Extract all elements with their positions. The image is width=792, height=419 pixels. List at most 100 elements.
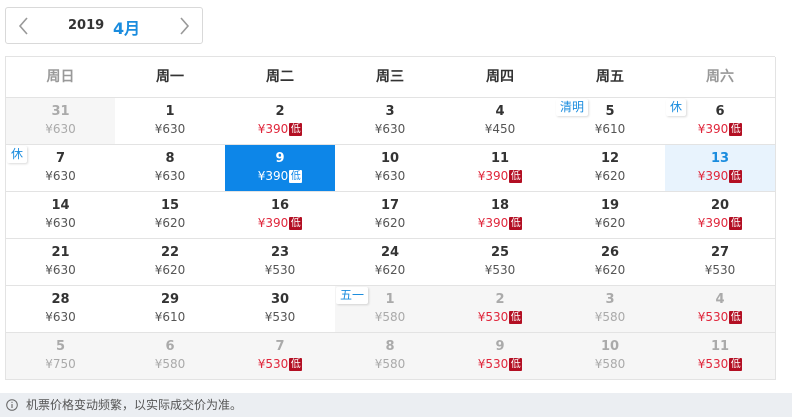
day-number: 1 xyxy=(165,104,175,119)
calendar-day[interactable]: 6 ¥580 xyxy=(115,333,226,380)
calendar-day[interactable]: 20 ¥390 低 xyxy=(665,192,776,239)
low-price-badge: 低 xyxy=(289,122,303,136)
price-row: ¥390 低 xyxy=(445,216,555,230)
calendar-day[interactable]: 2 ¥390 低 xyxy=(225,98,336,145)
calendar-day[interactable]: 10 ¥580 xyxy=(555,333,666,380)
low-price-badge: 低 xyxy=(729,122,743,136)
day-number: 2 xyxy=(275,104,285,119)
price-row: ¥630 xyxy=(6,310,115,324)
calendar-day[interactable]: 18 ¥390 低 xyxy=(445,192,556,239)
calendar-day[interactable]: 24 ¥620 xyxy=(335,239,446,286)
calendar-day[interactable]: 3 ¥580 xyxy=(555,286,666,333)
price-row: ¥750 xyxy=(6,357,115,371)
calendar-day[interactable]: 19 ¥620 xyxy=(555,192,666,239)
weekday-header: 周日 xyxy=(6,57,116,98)
calendar-day[interactable]: 11 ¥390 低 xyxy=(445,145,556,192)
day-number: 7 xyxy=(55,151,66,166)
day-price: ¥620 xyxy=(594,263,626,277)
day-price: ¥630 xyxy=(374,122,406,136)
day-number: 30 xyxy=(270,292,290,307)
price-row: ¥580 xyxy=(335,310,445,324)
day-price: ¥530 xyxy=(697,310,729,324)
price-row: ¥580 xyxy=(555,310,665,324)
day-price: ¥580 xyxy=(594,310,626,324)
calendar-day[interactable]: 休 6 ¥390 低 xyxy=(665,98,776,145)
calendar-day[interactable]: 4 ¥530 低 xyxy=(665,286,776,333)
day-number: 9 xyxy=(275,151,285,166)
price-row: ¥530 xyxy=(665,263,775,277)
price-row: ¥630 xyxy=(115,169,225,183)
calendar-day[interactable]: 30 ¥530 xyxy=(225,286,336,333)
price-row: ¥630 xyxy=(6,216,115,230)
price-row: ¥630 xyxy=(335,169,445,183)
price-row: ¥390 低 xyxy=(445,169,555,183)
calendar-day[interactable]: 2 ¥530 低 xyxy=(445,286,556,333)
calendar-day[interactable]: 25 ¥530 xyxy=(445,239,556,286)
calendar-day[interactable]: 5 ¥750 xyxy=(6,333,116,380)
price-row: ¥390 低 xyxy=(225,122,335,136)
calendar-day[interactable]: 11 ¥530 低 xyxy=(665,333,776,380)
calendar-day[interactable]: 15 ¥620 xyxy=(115,192,226,239)
calendar-day[interactable]: 31 ¥630 xyxy=(6,98,116,145)
calendar-day[interactable]: 8 ¥580 xyxy=(335,333,446,380)
day-number: 8 xyxy=(165,151,175,166)
price-row: ¥630 xyxy=(6,169,115,183)
weekday-header: 周六 xyxy=(665,57,776,98)
calendar-day[interactable]: 7 ¥530 低 xyxy=(225,333,336,380)
month-navigator: 2019 4月 xyxy=(5,7,203,44)
calendar-day[interactable]: 9 ¥530 低 xyxy=(445,333,556,380)
calendar-day[interactable]: 10 ¥630 xyxy=(335,145,446,192)
calendar-day[interactable]: 12 ¥620 xyxy=(555,145,666,192)
price-row: ¥530 xyxy=(225,310,335,324)
calendar-day[interactable]: 26 ¥620 xyxy=(555,239,666,286)
price-row: ¥530 低 xyxy=(665,357,775,371)
calendar-day[interactable]: 21 ¥630 xyxy=(6,239,116,286)
price-row: ¥530 低 xyxy=(445,310,555,324)
day-price: ¥630 xyxy=(45,216,76,230)
price-row: ¥530 低 xyxy=(445,357,555,371)
calendar-day[interactable]: 29 ¥610 xyxy=(115,286,226,333)
day-price: ¥530 xyxy=(264,263,296,277)
chevron-right-icon[interactable] xyxy=(172,14,196,38)
day-number: 16 xyxy=(270,198,290,213)
day-price: ¥390 xyxy=(697,216,729,230)
low-price-badge: 低 xyxy=(729,169,743,183)
price-row: ¥390 低 xyxy=(665,216,775,230)
day-price: ¥390 xyxy=(477,216,509,230)
weekday-header: 周二 xyxy=(225,57,336,98)
price-row: ¥530 低 xyxy=(665,310,775,324)
day-number: 11 xyxy=(490,151,510,166)
calendar-day[interactable]: 23 ¥530 xyxy=(225,239,336,286)
day-price: ¥450 xyxy=(484,122,516,136)
day-price: ¥580 xyxy=(154,357,186,371)
day-price: ¥530 xyxy=(264,310,296,324)
price-row: ¥620 xyxy=(115,263,225,277)
calendar-day[interactable]: 13 ¥390 低 xyxy=(665,145,776,192)
day-price: ¥390 xyxy=(257,216,289,230)
day-number: 4 xyxy=(715,292,725,307)
weekday-header: 周三 xyxy=(335,57,446,98)
calendar-day[interactable]: 22 ¥620 xyxy=(115,239,226,286)
weekday-header: 周五 xyxy=(555,57,666,98)
day-price: ¥620 xyxy=(594,169,626,183)
day-number: 2 xyxy=(495,292,505,307)
day-number: 7 xyxy=(275,339,285,354)
calendar-day[interactable]: 17 ¥620 xyxy=(335,192,446,239)
calendar-day[interactable]: 4 ¥450 xyxy=(445,98,556,145)
current-year: 2019 xyxy=(68,18,105,33)
calendar-day-selected[interactable]: 9 ¥390 低 xyxy=(225,145,336,192)
calendar-day[interactable]: 28 ¥630 xyxy=(6,286,116,333)
calendar-day[interactable]: 14 ¥630 xyxy=(6,192,116,239)
calendar-day[interactable]: 16 ¥390 低 xyxy=(225,192,336,239)
price-row: ¥620 xyxy=(555,263,665,277)
calendar-day[interactable]: 五一 1 ¥580 xyxy=(335,286,446,333)
day-price: ¥580 xyxy=(374,357,406,371)
calendar-day[interactable]: 3 ¥630 xyxy=(335,98,446,145)
calendar-day[interactable]: 休 7 ¥630 xyxy=(6,145,116,192)
calendar-day[interactable]: 清明 5 ¥610 xyxy=(555,98,666,145)
chevron-left-icon[interactable] xyxy=(12,14,36,38)
calendar-day[interactable]: 27 ¥530 xyxy=(665,239,776,286)
calendar-day[interactable]: 1 ¥630 xyxy=(115,98,226,145)
calendar-day[interactable]: 8 ¥630 xyxy=(115,145,226,192)
low-price-badge: 低 xyxy=(729,357,743,371)
